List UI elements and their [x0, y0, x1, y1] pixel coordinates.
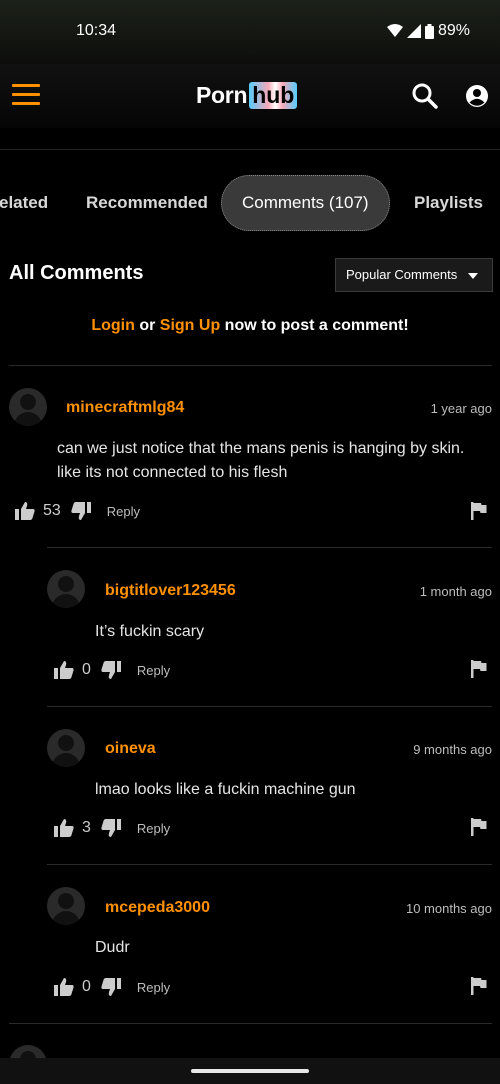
comment-actions: 3 Reply [54, 819, 170, 837]
divider [9, 1023, 492, 1024]
tab-recommended[interactable]: Recommended [86, 175, 208, 231]
divider [47, 706, 492, 707]
home-gesture-handle[interactable] [191, 1069, 309, 1073]
reply-link[interactable]: Reply [137, 663, 170, 678]
comment-username[interactable]: mcepeda3000 [105, 899, 210, 917]
flag-icon[interactable] [471, 660, 487, 678]
reply-link[interactable]: Reply [107, 504, 140, 519]
avatar[interactable] [9, 388, 47, 426]
hamburger-menu-icon[interactable] [12, 84, 40, 106]
comment-time: 1 month ago [419, 584, 492, 599]
comment-time: 9 months ago [413, 742, 492, 757]
flag-icon[interactable] [471, 818, 487, 836]
divider [0, 149, 500, 150]
like-count: 0 [82, 978, 91, 995]
app-header: Porn hub [0, 64, 500, 128]
comment-actions: 0 Reply [54, 978, 170, 996]
tab-playlists[interactable]: Playlists [414, 175, 483, 231]
thumbs-down-icon[interactable] [101, 978, 121, 996]
avatar[interactable] [47, 887, 85, 925]
tab-bar: elated Recommended Comments (107) Playli… [0, 175, 500, 233]
logo-text-part2: hub [249, 82, 298, 109]
battery-percent: 89% [437, 22, 470, 39]
login-prompt-or: or [139, 317, 156, 334]
status-time: 10:34 [76, 22, 117, 39]
reply-link[interactable]: Reply [137, 980, 170, 995]
like-count: 3 [82, 819, 91, 836]
avatar[interactable] [47, 570, 85, 608]
thumbs-up-icon[interactable] [54, 661, 74, 679]
comment-text: can we just notice that the mans penis i… [57, 440, 465, 481]
comment-text: It’s fuckin scary [95, 623, 205, 640]
search-icon[interactable] [410, 81, 440, 111]
cell-signal-icon [406, 24, 421, 38]
dropdown-caret-icon [468, 273, 478, 279]
divider [47, 864, 492, 865]
thumbs-down-icon[interactable] [101, 661, 121, 679]
login-link[interactable]: Login [91, 317, 135, 334]
section-title: All Comments [9, 262, 144, 284]
battery-icon [424, 23, 434, 39]
comment-username[interactable]: minecraftmlg84 [66, 399, 184, 417]
like-count: 0 [82, 661, 91, 678]
site-logo[interactable]: Porn hub [196, 82, 298, 109]
thumbs-up-icon[interactable] [54, 978, 74, 996]
comment-actions: 0 Reply [54, 661, 170, 679]
account-icon[interactable] [462, 81, 492, 111]
flag-icon[interactable] [471, 977, 487, 995]
comment-time: 10 months ago [405, 901, 492, 916]
login-prompt-rest: now to post a comment! [224, 317, 409, 334]
comment-username[interactable]: bigtitlover123456 [105, 582, 236, 600]
comment-text: lmao looks like a fuckin machine gun [95, 781, 356, 798]
comment-time: 1 year ago [430, 401, 492, 416]
status-icons: 89% [386, 22, 470, 40]
comment-actions: 53 Reply [15, 502, 140, 520]
signup-link[interactable]: Sign Up [160, 317, 220, 334]
comment-text: Dudr [95, 939, 130, 956]
divider [47, 547, 492, 548]
status-bar: 10:34 89% [0, 0, 500, 64]
comment-username[interactable]: oineva [105, 740, 156, 758]
avatar[interactable] [47, 729, 85, 767]
system-nav-bar [0, 1058, 500, 1084]
thumbs-down-icon[interactable] [71, 502, 91, 520]
reply-link[interactable]: Reply [137, 821, 170, 836]
thumbs-up-icon[interactable] [54, 819, 74, 837]
wifi-icon [386, 24, 403, 37]
tab-related[interactable]: elated [0, 175, 48, 231]
logo-text-part1: Porn [196, 82, 248, 108]
login-prompt: Login or Sign Up now to post a comment! [0, 317, 500, 335]
thumbs-up-icon[interactable] [15, 502, 35, 520]
sort-selected-value: Popular Comments [346, 267, 458, 282]
divider [9, 365, 492, 366]
thumbs-down-icon[interactable] [101, 819, 121, 837]
sort-dropdown[interactable]: Popular Comments [335, 258, 493, 292]
like-count: 53 [43, 502, 61, 519]
tab-comments[interactable]: Comments (107) [221, 175, 390, 231]
flag-icon[interactable] [471, 502, 487, 520]
